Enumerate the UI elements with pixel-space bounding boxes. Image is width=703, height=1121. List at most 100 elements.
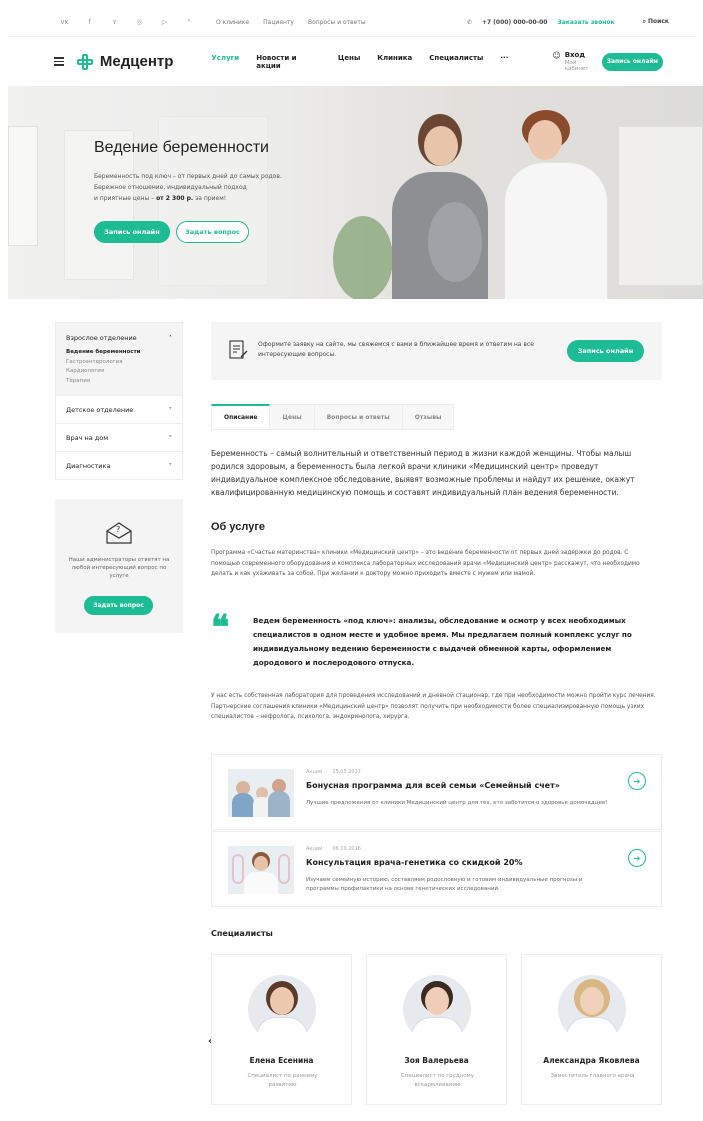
logo-text: Медцентр [99, 53, 174, 70]
specialist-name: Александра Яковлева [543, 1056, 640, 1065]
nav-specialists[interactable]: Специалисты [429, 54, 483, 70]
login-link[interactable]: ☺ Вход Мой кабинет [552, 51, 601, 72]
youtube-icon[interactable]: ▷ [152, 18, 177, 26]
top-utility-bar: ᴠᴋ f ʏ ◎ ▷ ᴷ О клинике Пациенту Вопросы … [8, 12, 695, 32]
doctor-image [498, 110, 618, 299]
menu-icon[interactable] [54, 55, 64, 68]
promo-title: Бонусная программа для всей семьи «Семей… [306, 781, 560, 790]
social-links: ᴠᴋ f ʏ ◎ ▷ ᴷ [52, 18, 202, 26]
odnoklassniki-icon[interactable]: ᴷ [177, 18, 202, 26]
sidebar-item-gastro[interactable]: Гастроэнтерология [66, 358, 172, 368]
phone-icon: ✆ [466, 18, 472, 26]
toplink-patient[interactable]: Пациенту [263, 19, 294, 26]
promo-desc: Изучаем семейную историю, составляем род… [306, 877, 583, 892]
specialist-card[interactable]: Елена Есенина Специалист по раннему разв… [211, 954, 352, 1105]
sidebar-ask-button[interactable]: Задать вопрос [84, 596, 153, 615]
about-paragraph: Программа «Счастье материнства» клиники … [211, 550, 640, 577]
search-button[interactable]: ⌕ Поиск [643, 18, 669, 26]
promo-title: Консультация врача-генетика со скидкой 2… [306, 858, 523, 867]
callback-link[interactable]: Заказать звонок [557, 19, 614, 26]
form-document-icon [229, 340, 248, 359]
tab-reviews[interactable]: Отзывы [402, 404, 455, 430]
hero-line-3-suffix: за прием! [193, 195, 227, 202]
specialist-card[interactable]: Зоя Валерьева Специалист по грудному вск… [366, 954, 507, 1105]
request-callout: Оформите заявку на сайте, мы свяжемся с … [211, 322, 662, 380]
facebook-icon[interactable]: f [77, 18, 102, 26]
nav-prices[interactable]: Цены [338, 54, 360, 70]
specialist-photo [403, 975, 471, 1043]
promo-card[interactable]: Акции 25.05.2017 Бонусная программа для в… [211, 754, 662, 830]
tab-description[interactable]: Описание [211, 404, 271, 430]
ask-question-text: Наши администраторы ответят на любой инт… [68, 557, 170, 579]
sidebar-item-cardio[interactable]: Кардиология [66, 367, 172, 377]
family-photo [228, 769, 294, 817]
geneticist-photo [228, 846, 294, 894]
promo-date: 25.05.2017 [332, 769, 361, 775]
main-header: Медцентр Услуги Новости и акции Цены Кли… [8, 36, 695, 86]
search-label: Поиск [648, 18, 669, 25]
sidebar-item-therapy[interactable]: Терапия [66, 377, 172, 387]
chevron-down-icon: ˅ [168, 461, 172, 470]
hero-ask-button[interactable]: Задать вопрос [176, 221, 249, 243]
sidebar-section-diagnostics[interactable]: Диагностика ˅ [56, 452, 182, 479]
lab-paragraph: У нас есть собственная лаборатория для п… [211, 693, 656, 720]
vk-icon[interactable]: ᴠᴋ [52, 18, 77, 26]
sidebar-section-label: Детское отделение [66, 405, 134, 414]
quote-text: Ведем беременность «под ключ»: анализы, … [253, 616, 632, 667]
specialist-role: Специалист по грудному вскармливанию [400, 1073, 475, 1088]
promo-card[interactable]: Акции 06.10.2016 Консультация врача-генет… [211, 831, 662, 907]
chevron-up-icon: ˄ [168, 334, 172, 342]
sidebar-section-children[interactable]: Детское отделение ˅ [56, 396, 182, 424]
instagram-icon[interactable]: ◎ [127, 18, 152, 26]
tab-prices[interactable]: Цены [270, 404, 315, 430]
tab-faq[interactable]: Вопросы и ответы [314, 404, 403, 430]
logo[interactable]: Медцентр [76, 53, 174, 71]
specialist-photo [558, 975, 626, 1043]
twitter-icon[interactable]: ʏ [102, 18, 127, 26]
specialist-card[interactable]: Александра Яковлева Заместитель главного… [521, 954, 662, 1105]
window-shape [8, 126, 38, 246]
sidebar-section-toggle[interactable]: Взрослое отделение ˄ [66, 334, 172, 342]
chevron-down-icon: ˅ [168, 405, 172, 414]
specialists-title: Специалисты [211, 929, 273, 938]
nav-services[interactable]: Услуги [211, 54, 239, 70]
toplink-faq[interactable]: Вопросы и ответы [308, 19, 366, 26]
logo-cross-icon [76, 53, 94, 71]
promo-desc: Лучшие предложения от клиники Медицински… [306, 800, 608, 806]
specialist-photo [248, 975, 316, 1043]
envelope-question-icon: ? [106, 522, 132, 544]
promo-tag: Акции [306, 769, 323, 775]
specialist-role: Заместитель главного врача [550, 1073, 635, 1079]
hero-line-2: Бережное отношение, индивидуальный подхо… [94, 184, 247, 191]
sidebar-section-home-doctor[interactable]: Врач на дом ˅ [56, 424, 182, 452]
specialist-role: Специалист по раннему развитию [247, 1073, 318, 1088]
promo-date: 06.10.2016 [332, 846, 361, 852]
hero-title: Ведение беременности [94, 139, 269, 156]
arrow-right-icon[interactable]: ➔ [628, 849, 646, 867]
nav-clinic[interactable]: Клиника [377, 54, 412, 70]
header-book-button[interactable]: Запись онлайн [601, 52, 663, 71]
sidebar-section-adult: Взрослое отделение ˄ Ведение беременност… [56, 323, 182, 396]
about-title: Об услуге [211, 521, 266, 533]
nav-more[interactable]: ··· [500, 54, 508, 70]
hero-subtitle: Беременность под ключ – от первых дней д… [94, 171, 324, 204]
window-shape [618, 126, 703, 286]
hero-price: от 2 300 р. [156, 195, 194, 202]
promo-tag: Акции [306, 846, 323, 852]
specialist-name: Елена Есенина [249, 1056, 314, 1065]
arrow-right-icon[interactable]: ➔ [628, 772, 646, 790]
callout-book-button[interactable]: Запись онлайн [567, 340, 644, 362]
sidebar-item-pregnancy[interactable]: Ведение беременности [66, 348, 172, 358]
toplink-about[interactable]: О клинике [216, 19, 249, 26]
pregnant-woman-image [380, 114, 500, 299]
intro-paragraph: Беременность – самый волнительный и отве… [211, 449, 635, 497]
login-label: Вход [564, 51, 586, 59]
sidebar-section-label: Взрослое отделение [66, 334, 137, 342]
quote-icon: ❝ [211, 608, 230, 648]
main-nav: Услуги Новости и акции Цены Клиника Спец… [211, 54, 508, 70]
hero-book-button[interactable]: Запись онлайн [94, 221, 170, 243]
nav-news[interactable]: Новости и акции [256, 54, 321, 70]
phone-number[interactable]: +7 (000) 000-00-00 [482, 19, 548, 26]
specialist-name: Зоя Валерьева [404, 1056, 469, 1065]
sidebar-section-label: Диагностика [66, 461, 111, 470]
